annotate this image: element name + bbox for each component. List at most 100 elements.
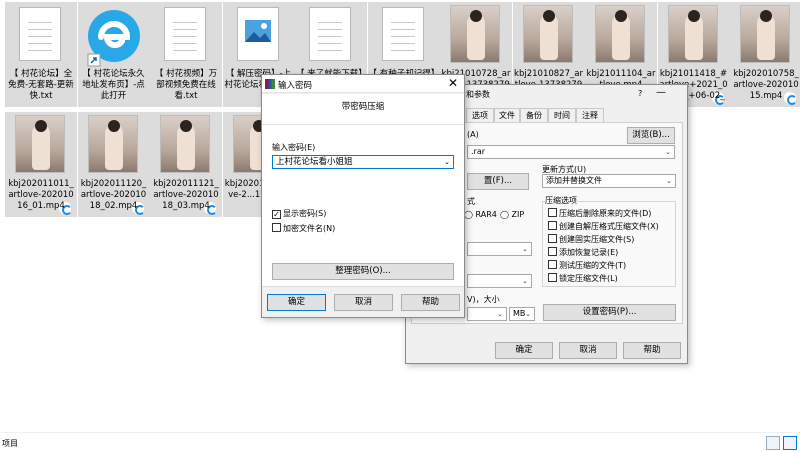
minimize-icon[interactable]: — (656, 87, 666, 98)
video-thumbnail (87, 115, 138, 173)
file-item[interactable]: 【 村花论坛】全免费-无套路-更新快.txt (5, 2, 77, 107)
volume-unit-select[interactable]: MB ⌄ (509, 307, 535, 321)
text-line (318, 36, 342, 37)
edge-shortcut-icon (86, 6, 142, 67)
text-line (318, 29, 342, 30)
image-file-icon (236, 7, 279, 61)
tab-options[interactable]: 选项 (466, 108, 494, 122)
archive-format-label: 式 (467, 197, 475, 206)
details-view-icon[interactable] (766, 436, 780, 450)
browse-button[interactable]: 浏览(B)... (627, 127, 675, 144)
update-mode-value: 添加并替换文件 (546, 176, 602, 185)
text-line (390, 22, 415, 23)
password-cancel-button[interactable]: 取消 (334, 294, 393, 311)
chevron-down-icon: ⌄ (522, 245, 528, 253)
compress-option-label: 测试压缩的文件(T) (559, 261, 627, 270)
password-dialog: 输入密码 ✕ 带密码压缩 输入密码(E) 上村花论坛看小姐姐 ⌄ ✓ 显示密码(S… (261, 74, 465, 318)
large-icons-view-icon[interactable] (783, 436, 797, 450)
video-thumbnail (740, 5, 790, 63)
tab-comment[interactable]: 注释 (576, 108, 604, 122)
file-item[interactable]: kbj202011011_artlove-20201016_01.mp4 (5, 112, 77, 217)
compress-option-label: 创建固实压缩文件(S) (559, 235, 635, 244)
tab-backup[interactable]: 备份 (520, 108, 548, 122)
close-icon[interactable]: ✕ (448, 76, 458, 90)
text-line (28, 50, 52, 51)
compress-option-label: 压缩后删除原来的文件(D) (559, 209, 652, 218)
password-help-button[interactable]: 帮助 (401, 294, 460, 311)
format-zip-radio[interactable]: ◯ ZIP (500, 210, 524, 219)
format-rar4-radio[interactable]: ◯ RAR4 (464, 210, 497, 219)
file-name: 【 村花论坛】全免费-无套路-更新快.txt (8, 69, 74, 101)
compress-option-checkbox[interactable]: 测试压缩的文件(T) (548, 260, 626, 271)
password-dialog-titlebar[interactable]: 输入密码 ✕ (262, 75, 464, 93)
checkbox-box (548, 208, 557, 217)
compress-option-label: 添加恢复记录(E) (559, 248, 619, 257)
password-ok-button[interactable]: 确定 (267, 294, 326, 311)
file-name: kbj202010758_artlove-20201015.mp4 (733, 69, 799, 101)
file-item[interactable]: 【 村花论坛永久地址发布页】-点此打开 (77, 2, 150, 107)
tab-files[interactable]: 文件 (494, 108, 520, 122)
checkbox-box (548, 273, 557, 282)
text-file-icon (309, 7, 351, 61)
video-thumbnail (450, 5, 500, 63)
split-volume-label: V)，大小 (467, 295, 500, 304)
browser-logo-icon (87, 10, 140, 67)
cancel-button[interactable]: 取消 (559, 342, 617, 359)
chevron-down-icon: ⌄ (665, 148, 671, 156)
compress-option-checkbox[interactable]: 添加恢复记录(E) (548, 247, 618, 258)
encrypt-filenames-box (272, 223, 281, 232)
show-password-check-icon: ✓ (272, 210, 281, 219)
compression-method-select[interactable]: ⌄ (467, 242, 532, 256)
compress-option-checkbox[interactable]: 创建固实压缩文件(S) (548, 234, 634, 245)
volume-size-input[interactable]: ⌄ (467, 307, 507, 321)
update-mode-select[interactable]: 添加并替换文件 ⌄ (542, 174, 676, 188)
file-name: kbj202011120_artlove-20201018_02.mp4 (80, 179, 147, 211)
archive-name-input[interactable]: .rar ⌄ (467, 145, 675, 159)
profiles-button[interactable]: 置(F)... (467, 173, 529, 190)
thumbnail-head (760, 10, 772, 22)
file-item[interactable]: kbj202010758_artlove-20201015.mp4 (730, 2, 800, 107)
text-line (173, 29, 197, 30)
archive-name-label: (A) (467, 130, 479, 139)
chevron-down-icon: ⌄ (666, 177, 672, 185)
file-name: 【 村花论坛永久地址发布页】-点此打开 (82, 69, 145, 101)
password-dialog-header: 带密码压缩 (341, 102, 385, 112)
text-line (28, 43, 52, 44)
show-password-checkbox[interactable]: ✓ 显示密码(S) (272, 209, 326, 219)
video-thumbnail (15, 115, 65, 173)
file-name: kbj202011121_artlove-20201018_03.mp4 (153, 179, 219, 211)
thumbnail-head (107, 120, 120, 132)
archive-name-value: .rar (471, 147, 486, 156)
organize-passwords-button[interactable]: 整理密码(O)... (272, 263, 454, 280)
compress-option-checkbox[interactable]: 锁定压缩文件(L) (548, 273, 618, 284)
encrypt-filenames-checkbox[interactable]: 加密文件名(N) (272, 223, 335, 234)
compress-options-label: 压缩选项 (545, 195, 577, 206)
text-line (173, 43, 197, 44)
password-input[interactable]: 上村花论坛看小姐姐 ⌄ (272, 155, 454, 169)
winrar-app-icon (265, 79, 275, 89)
file-name: 【 村花视频】万部视频免费在线看.txt (154, 69, 218, 101)
text-line (173, 50, 197, 51)
help-button[interactable]: 帮助 (623, 342, 681, 359)
text-file-icon (381, 7, 424, 61)
encrypt-filenames-label: 加密文件名(N) (283, 224, 336, 233)
file-item[interactable]: kbj202011120_artlove-20201018_02.mp4 (77, 112, 150, 217)
password-label: 输入密码(E) (272, 143, 316, 152)
header-divider (262, 124, 464, 125)
compress-option-checkbox[interactable]: 创建自解压格式压缩文件(X) (548, 221, 659, 232)
password-value: 上村花论坛看小姐姐 (276, 157, 353, 167)
text-line (390, 43, 415, 44)
dialog-title-fragment: 和参数 (466, 90, 490, 99)
set-password-button[interactable]: 设置密码(P)... (543, 304, 676, 321)
checkbox-box (548, 247, 557, 256)
ok-button[interactable]: 确定 (495, 342, 553, 359)
file-item[interactable]: kbj202011121_artlove-20201018_03.mp4 (150, 112, 222, 217)
show-password-label: 显示密码(S) (283, 209, 327, 218)
compress-option-checkbox[interactable]: 压缩后删除原来的文件(D) (548, 208, 651, 219)
file-item[interactable]: 【 村花视频】万部视频免费在线看.txt (150, 2, 222, 107)
help-icon[interactable]: ? (638, 89, 642, 98)
tab-time[interactable]: 时间 (548, 108, 576, 122)
text-file-icon (164, 7, 206, 61)
text-line (318, 50, 342, 51)
dictionary-size-select[interactable]: ⌄ (467, 274, 532, 288)
